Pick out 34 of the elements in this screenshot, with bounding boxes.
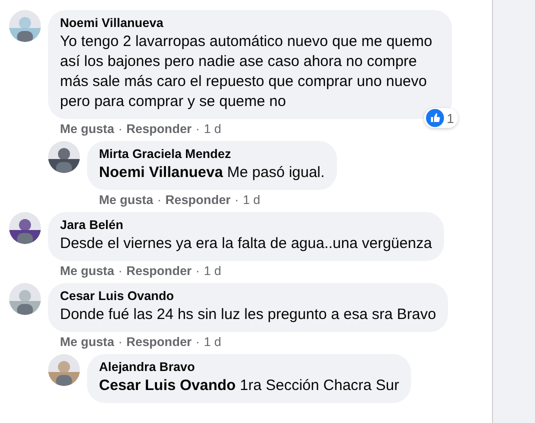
comment-action-link[interactable]: Me gusta — [60, 335, 114, 349]
comment-time: 1 d — [204, 335, 222, 349]
author-name[interactable]: Noemi Villanueva — [60, 16, 440, 31]
separator-dot: · — [196, 264, 200, 278]
author-name[interactable]: Jara Belén — [60, 218, 432, 233]
comment-action-link[interactable]: Responder — [126, 335, 192, 349]
comment-action-link[interactable]: Me gusta — [60, 264, 114, 278]
mention-link[interactable]: Cesar Luis Ovando — [99, 377, 236, 394]
comment-time: 1 d — [242, 193, 260, 207]
reaction-count: 1 — [446, 110, 454, 126]
author-name[interactable]: Cesar Luis Ovando — [60, 289, 436, 304]
comment-text: Noemi Villanueva Me pasó igual. — [99, 163, 325, 183]
separator-dot: · — [157, 193, 162, 207]
mention-link[interactable]: Noemi Villanueva — [99, 164, 223, 181]
author-name[interactable]: Mirta Graciela Mendez — [99, 147, 325, 162]
comment-action-link[interactable]: Me gusta — [60, 122, 114, 136]
comment-time: 1 d — [204, 264, 222, 278]
separator-dot: · — [118, 122, 122, 136]
thumbs-up-icon — [426, 109, 444, 127]
comment-action-link[interactable]: Me gusta — [99, 193, 154, 207]
comment-time: 1 d — [204, 122, 222, 136]
separator-dot: · — [196, 335, 200, 349]
separator-dot: · — [118, 335, 122, 349]
comment-action-link[interactable]: Responder — [126, 122, 192, 136]
comment-text: Desde el viernes ya era la falta de agua..una vergüenza — [60, 234, 432, 254]
separator-dot: · — [234, 193, 239, 207]
comment-text: Donde fué las 24 hs sin luz les pregunto a esa sra Bravo — [60, 305, 436, 325]
separator-dot: · — [118, 264, 122, 278]
comment-action-link[interactable]: Responder — [126, 264, 192, 278]
comment-text: Cesar Luis Ovando 1ra Sección Chacra Sur — [99, 376, 400, 396]
separator-dot: · — [196, 122, 200, 136]
author-name[interactable]: Alejandra Bravo — [99, 360, 400, 375]
reaction-badge[interactable]: 1 — [424, 108, 458, 128]
comment-action-link[interactable]: Responder — [165, 193, 231, 207]
